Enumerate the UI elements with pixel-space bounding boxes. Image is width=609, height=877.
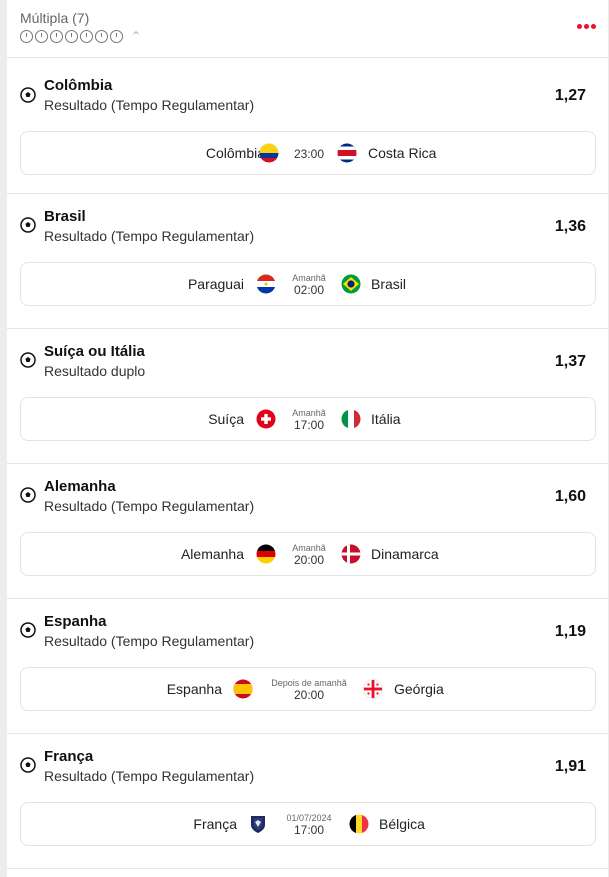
home-team: França bbox=[193, 816, 237, 832]
soccer-ball-icon bbox=[20, 87, 36, 103]
soccer-ball-icon bbox=[20, 622, 36, 638]
selection-name: Espanha bbox=[44, 613, 107, 630]
selection-item[interactable]: Colômbia Resultado (Tempo Regulamentar) … bbox=[7, 59, 608, 194]
match-time: Depois de amanhã 20:00 bbox=[254, 668, 364, 712]
clock-icon bbox=[110, 30, 123, 43]
match-day: 01/07/2024 bbox=[286, 813, 332, 823]
more-options-button[interactable] bbox=[575, 24, 596, 29]
georgia-flag-icon bbox=[363, 679, 383, 699]
odd-value: 1,37 bbox=[554, 353, 586, 370]
home-team: Paraguai bbox=[187, 276, 244, 292]
away-team: Geórgia bbox=[394, 681, 444, 697]
selection-name: Colômbia bbox=[44, 77, 113, 94]
market-name: Resultado (Tempo Regulamentar) bbox=[44, 768, 255, 784]
chevron-up-icon[interactable]: ⌃ bbox=[131, 30, 141, 43]
odd-value: 1,27 bbox=[554, 87, 586, 104]
match-hour: 17:00 bbox=[293, 823, 325, 837]
away-team: Costa Rica bbox=[368, 145, 437, 161]
market-name: Resultado (Tempo Regulamentar) bbox=[44, 228, 255, 244]
market-name: Resultado (Tempo Regulamentar) bbox=[44, 498, 255, 514]
selection-item[interactable]: Alemanha Resultado (Tempo Regulamentar) … bbox=[7, 464, 608, 599]
match-card[interactable]: Espanha Depois de amanhã 20:00 Geórgia bbox=[20, 667, 596, 711]
home-team: Alemanha bbox=[180, 546, 244, 562]
market-name: Resultado (Tempo Regulamentar) bbox=[44, 97, 255, 113]
odd-value: 1,60 bbox=[554, 488, 586, 505]
match-card[interactable]: França 01/07/2024 17:00 Bélgica bbox=[20, 802, 596, 846]
odd-value: 1,91 bbox=[554, 758, 586, 775]
match-day: Depois de amanhã bbox=[271, 678, 347, 688]
clock-icon bbox=[65, 30, 78, 43]
italy-flag-icon bbox=[341, 409, 361, 429]
match-card[interactable]: Alemanha Amanhã 20:00 Dinamarca bbox=[20, 532, 596, 576]
match-hour: 20:00 bbox=[293, 688, 325, 702]
odd-value: 1,36 bbox=[554, 218, 586, 235]
odd-value: 1,19 bbox=[554, 623, 586, 640]
selection-item[interactable]: Espanha Resultado (Tempo Regulamentar) 1… bbox=[7, 599, 608, 734]
costa-rica-flag-icon bbox=[337, 143, 357, 163]
soccer-ball-icon bbox=[20, 757, 36, 773]
selection-item[interactable]: França Resultado (Tempo Regulamentar) 1,… bbox=[7, 734, 608, 869]
selection-item[interactable]: Suíça ou Itália Resultado duplo 1,37 Suí… bbox=[7, 329, 608, 464]
selection-name: Brasil bbox=[44, 208, 86, 225]
betslip-panel: Múltipla (7) ⌃ Colômbia Resultado (Tempo… bbox=[7, 0, 608, 877]
dot-icon bbox=[584, 24, 589, 29]
away-team: Bélgica bbox=[379, 816, 425, 832]
away-team: Brasil bbox=[371, 276, 407, 292]
match-card[interactable]: Colômbia 23:00 Costa Rica bbox=[20, 131, 596, 175]
away-team: Dinamarca bbox=[371, 546, 439, 562]
clock-icon bbox=[50, 30, 63, 43]
selection-item[interactable]: Brasil Resultado (Tempo Regulamentar) 1,… bbox=[7, 194, 608, 329]
betslip-header[interactable]: Múltipla (7) ⌃ bbox=[7, 0, 608, 58]
denmark-flag-icon bbox=[341, 544, 361, 564]
dot-icon bbox=[591, 24, 596, 29]
soccer-ball-icon bbox=[20, 352, 36, 368]
selection-name: França bbox=[44, 748, 94, 765]
match-card[interactable]: Paraguai Amanhã 02:00 Brasil bbox=[20, 262, 596, 306]
selection-name: Alemanha bbox=[44, 478, 116, 495]
clock-icon bbox=[80, 30, 93, 43]
betslip-title: Múltipla (7) bbox=[20, 10, 90, 26]
brazil-flag-icon bbox=[341, 274, 361, 294]
belgium-flag-icon bbox=[349, 814, 369, 834]
soccer-ball-icon bbox=[20, 217, 36, 233]
clock-icon bbox=[95, 30, 108, 43]
match-time: 01/07/2024 17:00 bbox=[254, 803, 364, 847]
home-team: Espanha bbox=[166, 681, 222, 697]
home-team: Suíça bbox=[208, 411, 244, 427]
selection-clocks[interactable]: ⌃ bbox=[20, 30, 141, 43]
match-card[interactable]: Suíça Amanhã 17:00 Itália bbox=[20, 397, 596, 441]
market-name: Resultado (Tempo Regulamentar) bbox=[44, 633, 255, 649]
clock-icon bbox=[35, 30, 48, 43]
dot-icon bbox=[577, 24, 582, 29]
soccer-ball-icon bbox=[20, 487, 36, 503]
away-team: Itália bbox=[371, 411, 401, 427]
market-name: Resultado duplo bbox=[44, 363, 146, 379]
clock-icon bbox=[20, 30, 33, 43]
spain-flag-icon bbox=[233, 679, 253, 699]
selection-name: Suíça ou Itália bbox=[44, 343, 145, 360]
